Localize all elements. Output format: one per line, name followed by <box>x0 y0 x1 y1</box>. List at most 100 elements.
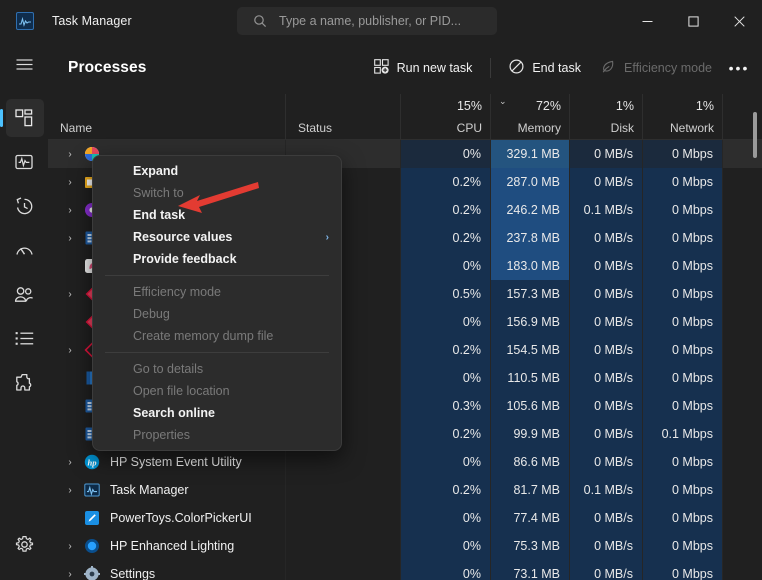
column-separator <box>569 392 570 420</box>
sidebar-item-app-history[interactable] <box>0 184 48 228</box>
menu-item-label: Expand <box>133 164 179 178</box>
menu-item-label: Resource values <box>133 230 233 244</box>
cell-network: 0 Mbps <box>642 168 722 196</box>
expand-chevron-icon[interactable]: › <box>60 177 80 188</box>
column-separator <box>490 364 491 392</box>
sidebar-item-users[interactable] <box>0 272 48 316</box>
cell-memory: 287.0 MB <box>490 168 569 196</box>
menu-item-search-online[interactable]: Search online <box>93 402 341 424</box>
cell-memory: 329.1 MB <box>490 140 569 168</box>
column-separator <box>642 224 643 252</box>
efficiency-mode-button[interactable]: Efficiency mode <box>591 52 722 84</box>
expand-chevron-icon[interactable]: › <box>60 289 80 300</box>
expand-chevron-icon[interactable]: › <box>60 485 80 496</box>
sidebar-item-services[interactable] <box>0 360 48 404</box>
expand-chevron-icon[interactable]: › <box>60 457 80 468</box>
menu-item-end-task[interactable]: End task <box>93 204 341 226</box>
chevron-placeholder: › <box>60 513 80 524</box>
sidebar-item-performance[interactable] <box>0 140 48 184</box>
table-row[interactable]: › hp HP System Event Utility 0% 86.6 MB 0 MB/… <box>48 448 762 476</box>
sidebar-item-details[interactable] <box>0 316 48 360</box>
column-header-network[interactable]: 1% Network <box>642 94 722 140</box>
expand-chevron-icon[interactable]: › <box>60 205 80 216</box>
menu-item-provide-feedback[interactable]: Provide feedback <box>93 248 341 270</box>
menu-item-label: Create memory dump file <box>133 329 274 343</box>
cell-cpu: 0% <box>400 504 490 532</box>
table-row[interactable]: › Task Manager 0.2% 81.7 MB 0.1 MB/s 0 Mbps <box>48 476 762 504</box>
column-separator <box>569 196 570 224</box>
column-separator <box>490 168 491 196</box>
cell-memory: 81.7 MB <box>490 476 569 504</box>
close-button[interactable] <box>716 0 762 42</box>
expand-chevron-icon[interactable]: › <box>60 345 80 356</box>
expand-chevron-icon[interactable]: › <box>60 149 80 160</box>
expand-chevron-icon[interactable]: › <box>60 233 80 244</box>
settings-gear-icon <box>84 566 100 580</box>
cell-memory: 237.8 MB <box>490 224 569 252</box>
cell-disk: 0.1 MB/s <box>569 196 642 224</box>
chevron-placeholder: › <box>60 261 80 272</box>
cell-network: 0 Mbps <box>642 280 722 308</box>
expand-chevron-icon[interactable]: › <box>60 569 80 580</box>
column-header-status[interactable]: Status <box>285 94 400 140</box>
end-task-button[interactable]: End task <box>499 52 591 84</box>
cell-disk: 0 MB/s <box>569 420 642 448</box>
menu-item-efficiency-mode: Efficiency mode <box>93 281 341 303</box>
color-picker-icon <box>84 510 100 526</box>
table-header-row: Name Status 15% CPU ⌄ 72% Memory 1% Disk <box>48 94 762 140</box>
menu-item-create-memory-dump-file: Create memory dump file <box>93 325 341 347</box>
column-separator <box>642 140 643 168</box>
vertical-scrollbar[interactable] <box>748 94 762 580</box>
column-header-memory[interactable]: ⌄ 72% Memory <box>490 94 569 140</box>
cell-disk: 0 MB/s <box>569 280 642 308</box>
sidebar-item-processes[interactable] <box>0 96 48 140</box>
column-header-cpu[interactable]: 15% CPU <box>400 94 490 140</box>
column-separator <box>490 448 491 476</box>
column-separator <box>400 476 401 504</box>
hamburger-menu-button[interactable] <box>0 42 48 86</box>
context-menu[interactable]: Expand Switch to End task Resource values › P… <box>92 155 342 451</box>
scrollbar-thumb[interactable] <box>753 112 757 158</box>
column-label-network: Network <box>669 121 714 135</box>
menu-item-label: Go to details <box>133 362 204 376</box>
cell-disk: 0 MB/s <box>569 448 642 476</box>
cell-cpu: 0.3% <box>400 392 490 420</box>
efficiency-mode-icon <box>601 59 616 77</box>
more-options-button[interactable]: ••• <box>722 52 756 84</box>
settings-button[interactable] <box>0 522 48 566</box>
sidebar-item-startup-apps[interactable] <box>0 228 48 272</box>
cell-network: 0 Mbps <box>642 308 722 336</box>
cell-disk: 0 MB/s <box>569 504 642 532</box>
column-header-name[interactable]: Name <box>48 94 285 140</box>
column-separator <box>569 224 570 252</box>
column-separator <box>490 336 491 364</box>
menu-item-label: Search online <box>133 406 215 420</box>
table-row[interactable]: › Settings 0% 73.1 MB 0 MB/s 0 Mbps <box>48 560 762 580</box>
menu-item-label: Properties <box>133 428 190 442</box>
run-new-task-button[interactable]: Run new task <box>364 52 483 84</box>
table-row[interactable]: › PowerToys.ColorPickerUI 0%77.4 MB0 MB/s0… <box>48 504 762 532</box>
cell-network: 0 Mbps <box>642 364 722 392</box>
search-input[interactable]: Type a name, publisher, or PID... <box>237 7 497 35</box>
column-label-memory: Memory <box>517 121 561 135</box>
column-separator <box>569 448 570 476</box>
maximize-button[interactable] <box>670 0 716 42</box>
menu-item-resource-values[interactable]: Resource values › <box>93 226 341 248</box>
menu-item-go-to-details: Go to details <box>93 358 341 380</box>
expand-chevron-icon[interactable]: › <box>60 541 80 552</box>
cell-cpu: 0% <box>400 252 490 280</box>
cell-network: 0 Mbps <box>642 252 722 280</box>
column-header-disk[interactable]: 1% Disk <box>569 94 642 140</box>
minimize-button[interactable] <box>624 0 670 42</box>
table-row[interactable]: › HP Enhanced Lighting 0% 75.3 MB 0 MB/s 0 Mb… <box>48 532 762 560</box>
column-label-name: Name <box>60 121 93 135</box>
column-separator <box>490 532 491 560</box>
task-manager-icon <box>84 482 100 498</box>
column-separator <box>400 308 401 336</box>
column-separator <box>490 196 491 224</box>
cell-cpu: 0% <box>400 308 490 336</box>
column-separator <box>285 532 286 560</box>
menu-item-expand[interactable]: Expand <box>93 160 341 182</box>
cell-network: 0 Mbps <box>642 448 722 476</box>
cell-network: 0 Mbps <box>642 504 722 532</box>
